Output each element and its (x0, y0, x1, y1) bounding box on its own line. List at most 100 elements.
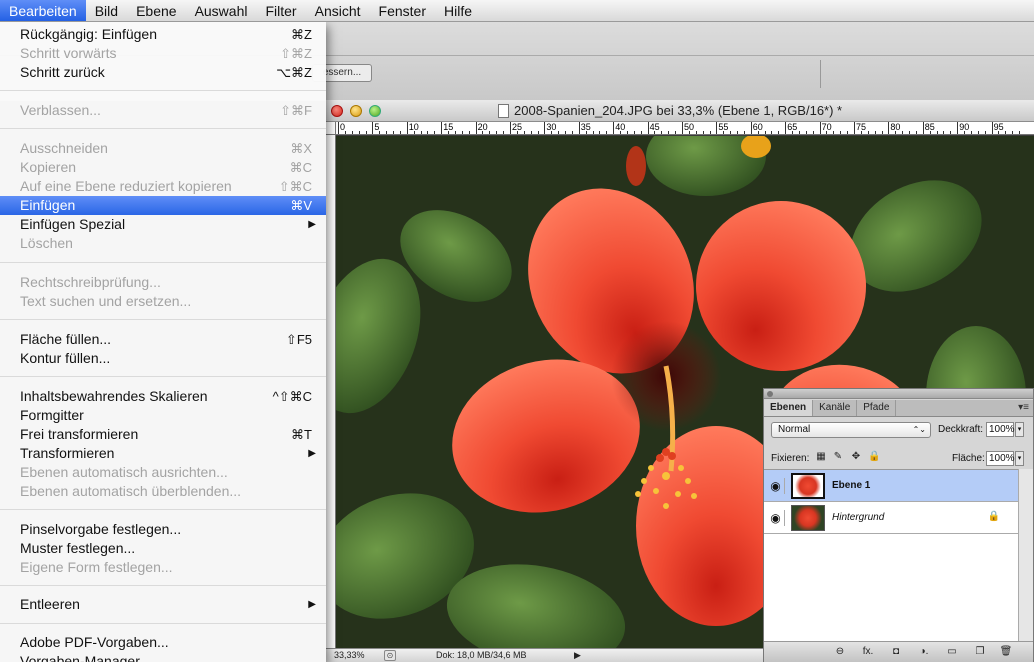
menu-ansicht[interactable]: Ansicht (306, 0, 370, 21)
lock-label: Fixieren: (771, 453, 810, 464)
ruler-minor-tick (592, 131, 594, 134)
menu-item-step-backward[interactable]: Schritt zurück ⌥⌘Z (0, 63, 326, 82)
lock-paint-icon[interactable]: ✎ (832, 451, 844, 463)
menu-auswahl[interactable]: Auswahl (186, 0, 257, 21)
folder-icon[interactable]: ▭ (944, 645, 960, 659)
ruler-minor-tick (895, 131, 897, 134)
lock-all-icon[interactable]: 🔒 (868, 451, 880, 463)
menu-item-preset-manager[interactable]: Vorgaben-Manager... (0, 652, 326, 662)
menu-separator (0, 128, 326, 129)
menu-ebene[interactable]: Ebene (127, 0, 185, 21)
menu-item-free-transform[interactable]: Frei transformieren ⌘T (0, 425, 326, 444)
zoom-field[interactable]: 33,33% (334, 649, 365, 662)
menu-item-define-brush[interactable]: Pinselvorgabe festlegen... (0, 520, 326, 539)
menu-separator (0, 319, 326, 320)
ruler-minor-tick (489, 131, 491, 134)
ruler-minor-tick (448, 131, 450, 134)
horizontal-ruler[interactable]: 0 5 10 15 20 25 30 35 40 45 50 55 60 65 70 75 80 85 90 95 (336, 122, 1034, 135)
submenu-arrow-icon: ▶ (308, 599, 316, 610)
ruler-minor-tick (798, 131, 800, 134)
ruler-minor-tick (537, 131, 539, 134)
lock-icon: 🔒 (987, 511, 1000, 522)
lock-move-icon[interactable]: ✥ (850, 451, 862, 463)
blend-mode-select[interactable]: Normal ⌃⌄ (771, 422, 931, 438)
ruler-minor-tick (496, 131, 498, 134)
menu-hilfe[interactable]: Hilfe (435, 0, 481, 21)
fx-icon[interactable]: fx. (860, 645, 876, 659)
opacity-label: Deckkraft: (938, 424, 984, 435)
layers-panel: Ebenen Kanäle Pfade ▾≡ Normal ⌃⌄ Deckkra… (763, 388, 1034, 662)
panel-close-icon[interactable] (767, 391, 773, 397)
ruler-major-tick (510, 122, 511, 134)
ruler-minor-tick (420, 131, 422, 134)
ruler-origin[interactable] (326, 122, 336, 135)
minimize-window-button[interactable] (350, 105, 362, 117)
menu-item-pdf-presets[interactable]: Adobe PDF-Vorgaben... (0, 633, 326, 652)
tab-kanaele[interactable]: Kanäle (813, 400, 858, 416)
layer-row-ebene-1[interactable]: ◉ Ebene 1 (764, 470, 1018, 502)
fill-dropdown-icon[interactable]: ▾ (1015, 451, 1024, 466)
layer-name: Ebene 1 (832, 480, 871, 491)
layers-scrollbar[interactable] (1018, 469, 1033, 641)
menu-item-transform[interactable]: Transformieren ▶ (0, 444, 326, 463)
ruler-minor-tick (565, 131, 567, 134)
menu-bearbeiten[interactable]: Bearbeiten (0, 0, 86, 21)
adjustment-icon[interactable]: ◑. (916, 645, 932, 659)
menu-item-fill[interactable]: Fläche füllen... ⇧F5 (0, 330, 326, 349)
link-icon[interactable]: ⊖ (832, 645, 848, 659)
menu-bild[interactable]: Bild (86, 0, 127, 21)
opacity-input[interactable]: 100% (986, 422, 1015, 437)
ruler-minor-tick (998, 131, 1000, 134)
ruler-minor-tick (1005, 131, 1007, 134)
layer-row-hintergrund[interactable]: ◉ Hintergrund 🔒 (764, 502, 1018, 534)
layer-thumbnail (791, 473, 825, 499)
ruler-minor-tick (461, 131, 463, 134)
lock-transparency-icon[interactable]: ▦ (815, 451, 827, 463)
menu-item-undo[interactable]: Rückgängig: Einfügen ⌘Z (0, 25, 326, 44)
ruler-minor-tick (633, 131, 635, 134)
ruler-minor-tick (977, 131, 979, 134)
ruler-minor-tick (379, 131, 381, 134)
vertical-ruler[interactable] (326, 135, 336, 648)
status-menu-arrow-icon[interactable]: ▶ (574, 649, 581, 662)
menu-item-content-aware-scale[interactable]: Inhaltsbewahrendes Skalieren ^⇧⌘C (0, 387, 326, 406)
menu-filter[interactable]: Filter (256, 0, 305, 21)
ruler-minor-tick (984, 131, 986, 134)
trash-icon[interactable]: 🗑 (998, 645, 1014, 659)
mask-icon[interactable]: ◘ (888, 645, 904, 659)
tab-ebenen[interactable]: Ebenen (764, 400, 814, 416)
ruler-minor-tick (551, 131, 553, 134)
ruler-major-tick (716, 122, 718, 134)
ruler-minor-tick (709, 131, 711, 134)
ruler-major-tick (922, 122, 924, 134)
menu-fenster[interactable]: Fenster (370, 0, 435, 21)
menu-item-puppet-warp[interactable]: Formgitter (0, 406, 326, 425)
eye-icon[interactable]: ◉ (767, 510, 785, 526)
menu-item-find-replace: Text suchen und ersetzen... (20, 293, 192, 309)
panel-titlebar[interactable] (764, 389, 1033, 399)
document-titlebar[interactable]: 2008-Spanien_204.JPG bei 33,3% (Ebene 1,… (326, 100, 1034, 122)
menu-item-purge[interactable]: Entleeren ▶ (0, 595, 326, 614)
eye-icon[interactable]: ◉ (767, 478, 785, 494)
opacity-dropdown-icon[interactable]: ▾ (1015, 422, 1024, 437)
fill-input[interactable]: 100% (986, 451, 1015, 466)
tab-pfade[interactable]: Pfade (857, 400, 897, 416)
ruler-minor-tick (640, 131, 642, 134)
menu-item-define-pattern[interactable]: Muster festlegen... (0, 539, 326, 558)
preview-icon[interactable]: ⊙ (384, 650, 396, 661)
menu-item-stroke[interactable]: Kontur füllen... (0, 349, 326, 368)
ruler-minor-tick (351, 131, 353, 134)
close-window-button[interactable] (331, 105, 343, 117)
new-layer-icon[interactable]: ❐ (972, 645, 988, 659)
menu-item-auto-blend: Ebenen automatisch überblenden... (20, 483, 242, 499)
ruler-minor-tick (654, 131, 656, 134)
ruler-major-tick (613, 122, 615, 134)
ruler-minor-tick (523, 131, 525, 134)
ruler-minor-tick (434, 131, 436, 134)
ruler-minor-tick (881, 131, 883, 134)
zoom-window-button[interactable] (369, 105, 381, 117)
ruler-minor-tick (365, 131, 367, 134)
menu-item-paste-special[interactable]: Einfügen Spezial ▶ (0, 215, 326, 234)
panel-menu-icon[interactable]: ▾≡ (1018, 400, 1029, 416)
menu-item-paste[interactable]: Einfügen ⌘V (0, 196, 326, 215)
